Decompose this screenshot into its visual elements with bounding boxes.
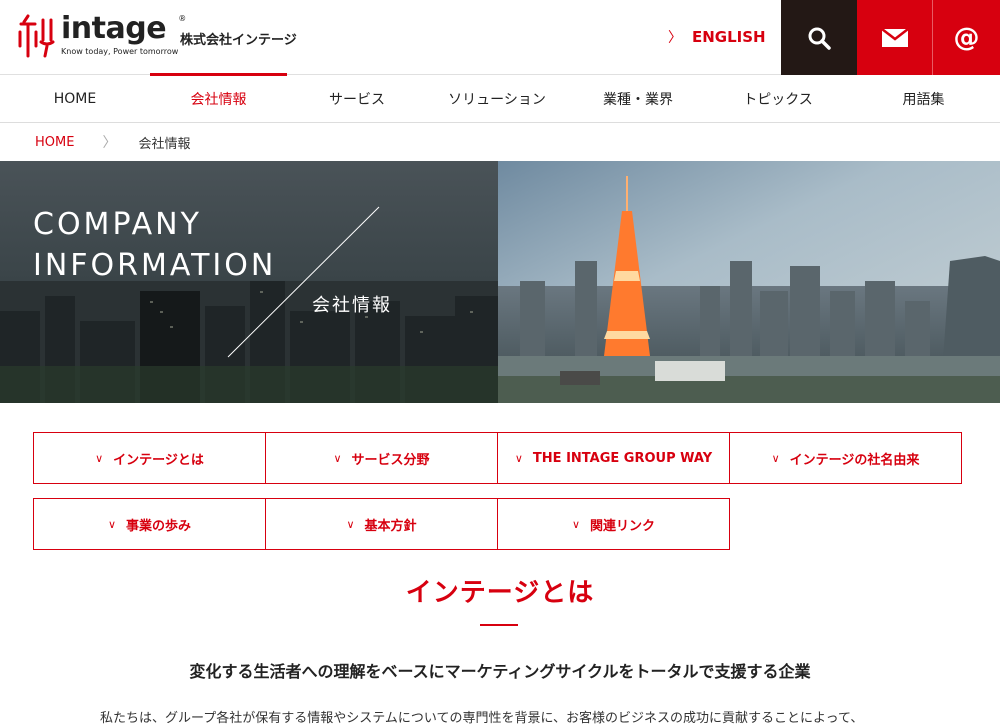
chevron-down-icon: ∨ [771, 451, 780, 465]
anchor-label: 基本方針 [364, 518, 417, 534]
chevron-down-icon: ∨ [95, 451, 104, 465]
english-link[interactable]: 〉 ENGLISH [668, 27, 766, 47]
hero-title-line-1: COMPANY [33, 207, 202, 242]
intage-logo-mark-icon [18, 14, 55, 58]
anchor-name-origin-button[interactable]: ∨ インテージの社名由来 [729, 432, 962, 484]
anchor-related-links-button[interactable]: ∨ 関連リンク [497, 498, 730, 550]
anchor-group-way-button[interactable]: ∨ THE INTAGE GROUP WAY [497, 432, 730, 484]
chevron-down-icon: ∨ [346, 517, 355, 531]
site-logo[interactable]: intage ® Know today, Power tomorrow [15, 11, 186, 62]
anchor-label: THE INTAGE GROUP WAY [532, 450, 713, 466]
breadcrumb-chevron-icon: 〉 [102, 135, 117, 151]
logo-wordmark: intage [61, 11, 167, 46]
hero-subtitle: 会社情報 [312, 295, 392, 316]
nav-item-company[interactable]: 会社情報 [150, 73, 287, 123]
nav-item-industry[interactable]: 業種・業界 [567, 75, 709, 123]
anchor-label: インテージとは [113, 452, 204, 468]
chevron-right-icon: 〉 [668, 30, 682, 46]
section-title: インテージとは [405, 578, 595, 608]
hero-title: COMPANY INFORMATION [33, 204, 276, 286]
nav-item-service[interactable]: サービス [287, 75, 427, 123]
chevron-down-icon: ∨ [514, 451, 523, 465]
nav-item-topics[interactable]: トピックス [709, 75, 847, 123]
site-header: intage ® Know today, Power tomorrow 株式会社… [0, 0, 1000, 75]
chevron-down-icon: ∨ [107, 517, 117, 531]
breadcrumb-home-link[interactable]: HOME [35, 135, 74, 150]
section-lead: 変化する生活者への理解をベースにマーケティングサイクルをトータルで支援する企業 [189, 662, 811, 681]
breadcrumb: HOME 〉 会社情報 [35, 132, 190, 152]
nav-item-home[interactable]: HOME [0, 75, 150, 123]
contact-mail-button[interactable] [857, 0, 932, 75]
mail-icon [881, 28, 908, 47]
section-body-text: 私たちは、グループ各社が保有する情報やシステムについての専門性を背景に、お客様の… [100, 711, 864, 726]
anchor-label: 関連リンク [590, 518, 656, 534]
anchor-about-button[interactable]: ∨ インテージとは [33, 432, 266, 484]
anchor-label: インテージの社名由来 [789, 452, 920, 468]
breadcrumb-current: 会社情報 [138, 136, 191, 152]
hero-banner: COMPANY INFORMATION 会社情報 [0, 161, 1000, 403]
english-link-label: ENGLISH [692, 28, 766, 46]
section-divider [480, 624, 518, 626]
logo-text: intage ® Know today, Power tomorrow [61, 11, 186, 57]
corporate-name: 株式会社インテージ [180, 33, 297, 48]
logo-tagline: Know today, Power tomorrow [61, 47, 179, 56]
search-button[interactable] [781, 0, 857, 75]
global-nav: HOME 会社情報 サービス ソリューション 業種・業界 トピックス 用語集 [0, 73, 1000, 123]
logo-registered-mark: ® [178, 14, 187, 23]
chevron-down-icon: ∨ [333, 451, 342, 465]
anchor-label: 事業の歩み [126, 518, 192, 534]
nav-item-glossary[interactable]: 用語集 [847, 75, 1000, 123]
anchor-policy-button[interactable]: ∨ 基本方針 [265, 498, 498, 550]
anchor-history-button[interactable]: ∨ 事業の歩み [33, 498, 266, 550]
inquiry-at-button[interactable]: @ [932, 0, 1000, 75]
at-sign-icon: @ [953, 22, 980, 53]
nav-item-solution[interactable]: ソリューション [427, 75, 567, 123]
hero-title-line-2: INFORMATION [33, 248, 277, 283]
anchor-service-field-button[interactable]: ∨ サービス分野 [265, 432, 498, 484]
anchor-label: サービス分野 [351, 452, 430, 468]
search-icon [808, 27, 831, 50]
chevron-down-icon: ∨ [571, 517, 581, 531]
